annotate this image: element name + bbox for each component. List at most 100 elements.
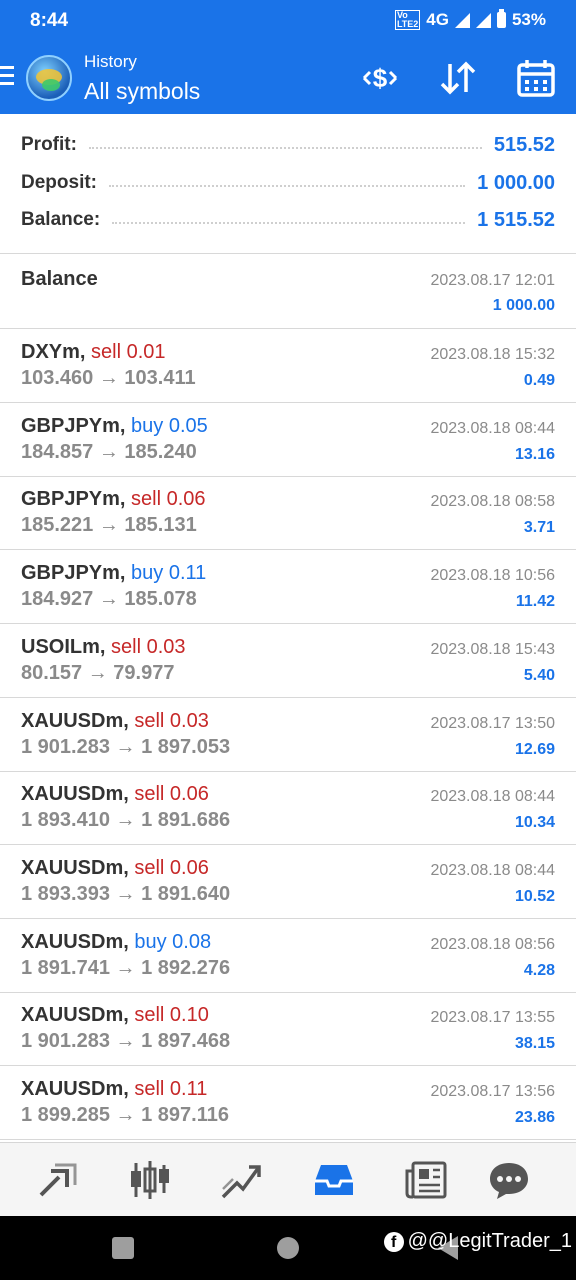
balance-entry-label: Balance [21,268,98,290]
battery-icon [496,9,506,28]
symbol-name: GBPJPYm, [21,488,126,511]
trade-prices: 184.927 → 185.078 [21,588,197,611]
status-icons: Vo LTE2 4G 53% [394,9,546,30]
summary-value: 1 515.52 [477,208,555,231]
trade-profit: 0.49 [523,372,555,389]
summary-profit: Profit: 515.52 [21,130,555,160]
app-bar-title[interactable]: All symbols [84,78,200,105]
trade-action: sell 0.06 [134,783,209,806]
trade-row[interactable]: XAUUSDm, sell 0.06 1 893.393 → 1 891.640 2… [0,845,576,919]
watermark-text: @@LegitTrader_1 [407,1230,572,1252]
dollar-exchange-icon[interactable]: $ [358,56,402,100]
trade-date: 2023.08.18 08:56 [430,935,555,953]
balance-entry[interactable]: Balance 2023.08.17 12:01 1 000.00 [0,254,576,329]
battery-percent: 53% [511,10,546,29]
trade-row[interactable]: XAUUSDm, sell 0.06 1 893.410 → 1 891.686 2… [0,771,576,846]
trade-profit: 11.42 [515,593,555,611]
trade-date: 2023.08.18 08:44 [430,788,555,806]
trade-row[interactable]: GBPJPYm, buy 0.05 184.857 → 185.240 2023.0… [0,403,576,477]
trade-profit: 5.40 [523,666,555,684]
trade-action: sell 0.06 [134,856,209,879]
trade-prices: 80.157 → 79.977 [21,661,175,684]
trade-date: 2023.08.18 08:44 [430,861,555,879]
app-bar: History All symbols $ [0,42,576,114]
trade-tab[interactable] [219,1157,265,1203]
system-nav-bar: f @@LegitTrader_1 [0,1216,576,1280]
symbol-name: DXYm, [21,341,86,363]
trade-date: 2023.08.17 13:50 [430,714,555,732]
app-bar-subtitle: History [84,52,137,71]
trade-profit: 13.16 [514,445,555,463]
trade-symbol: XAUUSDm, sell 0.06 [21,783,209,806]
symbol-name: XAUUSDm, [21,856,129,879]
trade-action: sell 0.03 [111,635,186,658]
trade-prices: 184.857 → 185.240 [21,440,197,463]
signal-icon-2 [475,12,491,28]
trade-row[interactable]: XAUUSDm, sell 0.11 1 899.285 → 1 897.116 2… [0,1066,576,1140]
trade-profit: 38.15 [514,1035,555,1053]
quotes-icon [39,1163,77,1197]
calendar-icon[interactable] [514,56,558,100]
trade-row[interactable]: XAUUSDm, sell 0.10 1 901.283 → 1 897.468 2… [0,992,576,1067]
recents-button[interactable] [112,1237,134,1259]
sort-icon[interactable] [436,56,480,100]
trade-profit: 4.28 [523,961,555,979]
news-tab[interactable] [403,1157,449,1203]
trade-profit: 3.71 [523,519,555,537]
summary-deposit: Deposit: 1 000.00 [21,168,555,198]
volte-icon: Vo LTE2 [394,10,421,30]
summary-label: Profit: [21,134,77,155]
trade-prices: 103.460 → 103.411 [21,367,196,389]
trade-icon [221,1165,261,1199]
trade-row[interactable]: GBPJPYm, buy 0.11 184.927 → 185.078 2023.0… [0,550,576,625]
trade-date: 2023.08.18 10:56 [430,567,555,585]
trade-prices: 1 893.393 → 1 891.640 [21,882,231,905]
facebook-icon: f [383,1231,404,1252]
trade-profit: 23.86 [514,1109,555,1126]
trade-action: buy 0.08 [134,930,212,953]
trade-prices: 1 899.285 → 1 897.116 [21,1104,229,1126]
watermark: f @@LegitTrader_1 [383,1230,572,1253]
trade-symbol: GBPJPYm, buy 0.11 [21,562,206,585]
trade-row[interactable]: XAUUSDm, sell 0.03 1 901.283 → 1 897.053 2… [0,698,576,772]
trade-symbol: XAUUSDm, sell 0.03 [21,710,209,733]
trade-prices: 1 901.283 → 1 897.468 [21,1030,231,1053]
trade-prices: 185.221 → 185.131 [21,514,197,537]
network-type: 4G [426,10,449,29]
trade-date: 2023.08.18 08:44 [430,419,555,437]
symbol-name: XAUUSDm, [21,930,129,953]
trade-row[interactable]: GBPJPYm, sell 0.06 185.221 → 185.131 2023.… [0,476,576,551]
summary-balance: Balance: 1 515.52 [21,205,555,235]
trade-symbol: XAUUSDm, sell 0.11 [21,1078,207,1101]
trade-date: 2023.08.17 13:56 [430,1083,555,1100]
trade-profit: 10.34 [514,814,555,832]
trade-action: sell 0.06 [131,488,206,511]
symbol-name: XAUUSDm, [21,1004,129,1027]
trade-symbol: GBPJPYm, buy 0.05 [21,415,208,438]
balance-entry-date: 2023.08.17 12:01 [430,272,555,289]
chart-tab[interactable] [127,1157,173,1203]
home-button[interactable] [277,1237,299,1259]
chat-icon [490,1163,528,1199]
trade-action: buy 0.11 [131,562,207,585]
summary-label: Deposit: [21,172,97,193]
trade-date: 2023.08.18 08:58 [430,493,555,511]
trade-action: sell 0.10 [134,1004,209,1027]
trade-symbol: XAUUSDm, buy 0.08 [21,931,211,954]
metatrader-logo[interactable] [26,55,72,101]
history-tab[interactable] [311,1157,357,1203]
dotted-leader [88,147,482,149]
menu-icon[interactable] [0,66,14,86]
trade-profit: 10.52 [514,887,555,905]
symbol-name: XAUUSDm, [21,783,129,806]
messages-tab[interactable] [486,1157,532,1203]
trade-row[interactable]: DXYm, sell 0.01 103.460 → 103.411 2023.08.… [0,329,576,403]
trade-prices: 1 901.283 → 1 897.053 [21,735,231,758]
quotes-tab[interactable] [35,1157,81,1203]
trade-row[interactable]: USOILm, sell 0.03 80.157 → 79.977 2023.08.… [0,624,576,698]
trade-action: sell 0.11 [134,1078,208,1100]
trade-prices: 1 893.410 → 1 891.686 [21,809,231,832]
trade-row[interactable]: XAUUSDm, buy 0.08 1 891.741 → 1 892.276 20… [0,919,576,993]
trade-date: 2023.08.18 15:32 [430,346,555,363]
balance-entry-value: 1 000.00 [492,297,555,314]
